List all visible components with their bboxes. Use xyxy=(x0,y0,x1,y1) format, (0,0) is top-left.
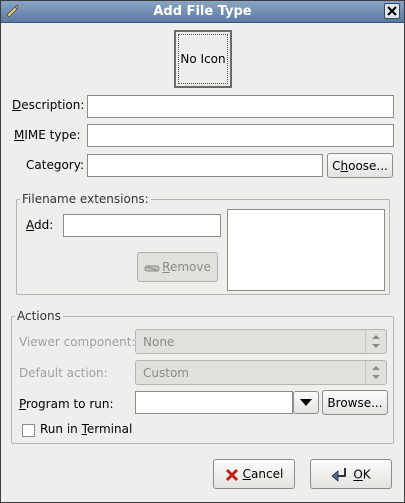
cancel-icon xyxy=(225,468,238,481)
close-icon xyxy=(387,6,397,16)
program-dropdown-button[interactable] xyxy=(293,391,319,414)
extensions-list[interactable] xyxy=(227,209,385,291)
ok-button[interactable]: OK xyxy=(310,459,392,489)
mime-type-input[interactable] xyxy=(87,124,394,147)
close-window-button[interactable] xyxy=(384,3,400,19)
viewer-component-combo[interactable]: None xyxy=(135,329,387,354)
default-action-label: Default action: xyxy=(19,366,108,380)
description-label: Description: xyxy=(12,98,85,112)
description-input[interactable] xyxy=(87,95,394,118)
filename-extensions-title: Filename extensions: xyxy=(20,192,151,206)
program-to-run-input[interactable] xyxy=(135,391,293,414)
default-action-combo[interactable]: Custom xyxy=(135,360,387,385)
add-extension-label: Add: xyxy=(26,218,54,232)
remove-icon xyxy=(144,265,160,271)
category-label: Category: xyxy=(26,158,84,172)
run-in-terminal-checkbox[interactable] xyxy=(22,424,35,437)
viewer-component-label: Viewer component: xyxy=(19,335,136,349)
icon-select-button[interactable]: No Icon xyxy=(174,30,232,88)
mime-type-label: MIME type: xyxy=(14,128,81,142)
cancel-button[interactable]: Cancel xyxy=(213,459,295,489)
run-in-terminal-label[interactable]: Run in Terminal xyxy=(40,422,132,436)
chevron-down-icon xyxy=(300,399,312,406)
program-to-run-label: Program to run: xyxy=(19,397,114,411)
title-bar[interactable]: Add File Type xyxy=(1,1,404,23)
browse-button[interactable]: Browse... xyxy=(322,390,388,415)
remove-extension-button[interactable]: Remove xyxy=(137,252,218,282)
add-extension-input[interactable] xyxy=(63,214,221,237)
spin-arrows-icon xyxy=(372,366,380,379)
dialog-window: Add File Type No Icon Description: MIME … xyxy=(0,0,405,503)
choose-button[interactable]: Choose... xyxy=(327,153,393,178)
actions-title: Actions xyxy=(15,309,63,323)
default-action-value: Custom xyxy=(143,366,189,380)
enter-arrow-icon xyxy=(331,468,347,482)
window-title: Add File Type xyxy=(153,4,252,19)
viewer-component-value: None xyxy=(143,335,175,349)
icon-button-label: No Icon xyxy=(180,52,226,66)
spin-arrows-icon xyxy=(372,335,380,348)
category-input[interactable] xyxy=(87,154,323,177)
